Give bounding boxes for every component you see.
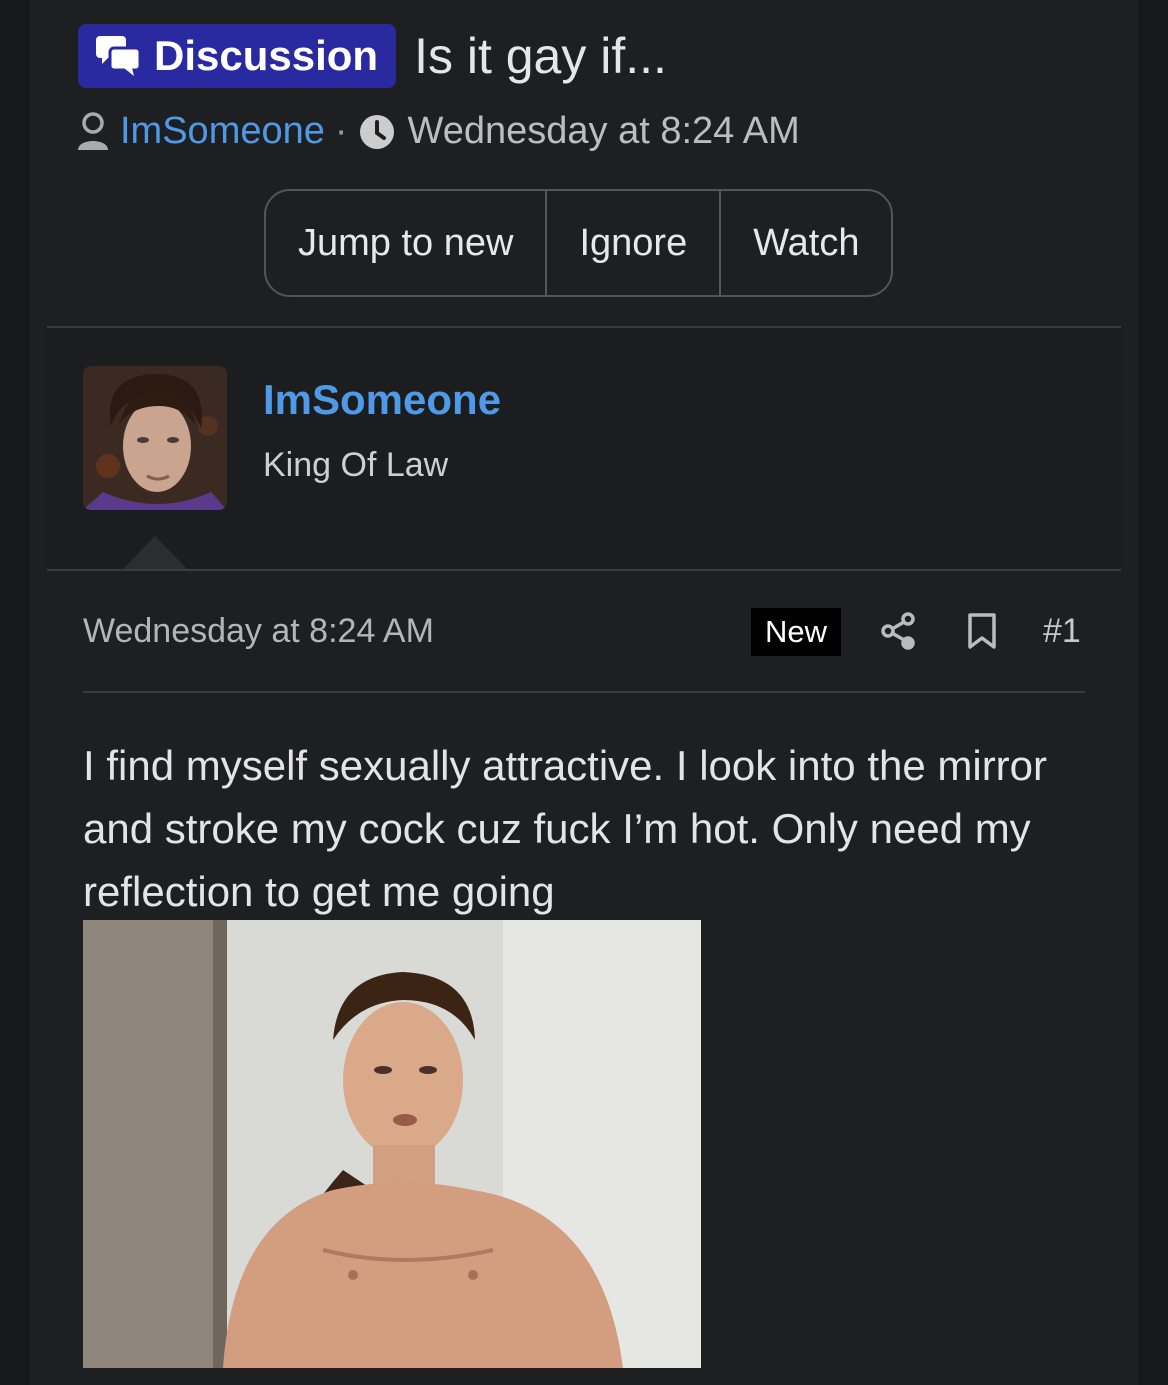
divider <box>83 691 1085 693</box>
post-username[interactable]: ImSomeone <box>263 376 501 424</box>
thread-title-row: Discussion Is it gay if... <box>78 24 667 88</box>
user-icon <box>78 111 108 150</box>
avatar[interactable] <box>83 366 227 510</box>
post-number-link[interactable]: #1 <box>1043 612 1081 651</box>
thread-actions: Jump to new Ignore Watch <box>264 189 894 297</box>
post-header: Wednesday at 8:24 AM New #1 <box>83 608 1085 668</box>
thread-page: Discussion Is it gay if... ImSomeone · W… <box>30 0 1138 1385</box>
meta-separator: · <box>334 110 348 152</box>
ignore-button[interactable]: Ignore <box>547 191 722 295</box>
thread-prefix-label: Discussion <box>154 32 379 79</box>
user-block-arrow <box>122 536 188 570</box>
divider <box>47 569 1121 571</box>
thread-meta: ImSomeone · Wednesday at 8:24 AM <box>76 110 800 153</box>
thread-author-link[interactable]: ImSomeone <box>120 110 325 153</box>
share-icon[interactable] <box>881 612 915 650</box>
post-user-title: King Of Law <box>263 446 449 484</box>
jump-to-new-button[interactable]: Jump to new <box>266 191 548 295</box>
post-date[interactable]: Wednesday at 8:24 AM <box>83 612 434 651</box>
thread-date[interactable]: Wednesday at 8:24 AM <box>408 110 800 153</box>
bookmark-icon[interactable] <box>967 612 997 650</box>
post-user-block: ImSomeone King Of Law <box>47 328 1121 570</box>
post-image[interactable] <box>83 920 701 1368</box>
thread-prefix-badge[interactable]: Discussion <box>78 24 397 88</box>
new-badge: New <box>751 608 841 656</box>
discussion-bubbles-icon <box>96 36 142 76</box>
watch-button[interactable]: Watch <box>721 191 891 295</box>
thread-title: Is it gay if... <box>414 28 667 84</box>
post-body: I find myself sexually attractive. I loo… <box>83 742 1048 915</box>
clock-icon <box>359 114 394 149</box>
